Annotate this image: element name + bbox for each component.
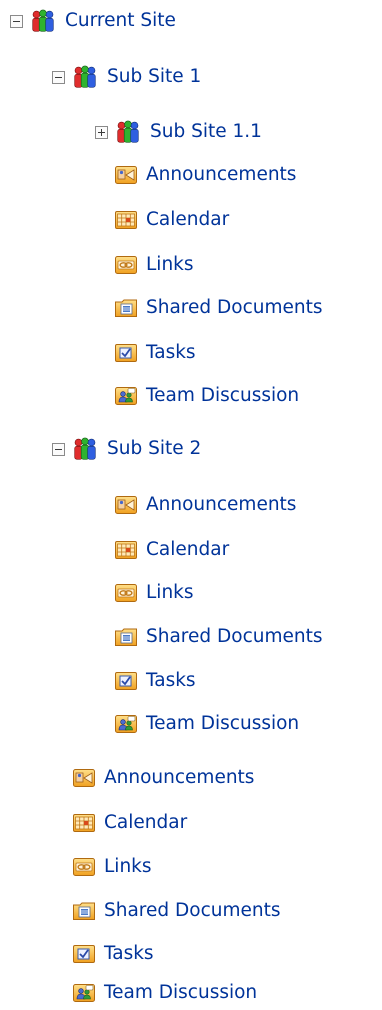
list-item-label[interactable]: Tasks: [146, 340, 196, 366]
tree-node-label[interactable]: Sub Site 1: [107, 64, 201, 90]
list-item-calendar[interactable]: Calendar: [115, 207, 229, 233]
list-item-label[interactable]: Shared Documents: [146, 624, 323, 650]
calendar-icon: [73, 814, 95, 832]
list-item-links[interactable]: Links: [73, 854, 152, 880]
tree-node-label[interactable]: Current Site: [65, 8, 176, 34]
list-item-label[interactable]: Announcements: [146, 492, 296, 518]
list-item-shared-documents[interactable]: Shared Documents: [115, 624, 323, 650]
site-people-icon: [72, 436, 98, 462]
list-item-tasks[interactable]: Tasks: [115, 340, 196, 366]
list-item-links[interactable]: Links: [115, 252, 194, 278]
list-item-team-discussion[interactable]: Team Discussion: [115, 383, 299, 409]
calendar-icon: [115, 211, 137, 229]
tree-node-sub-site-2[interactable]: Sub Site 2: [52, 436, 201, 462]
list-item-links[interactable]: Links: [115, 580, 194, 606]
collapse-toggle[interactable]: [52, 70, 65, 84]
collapse-toggle[interactable]: [52, 442, 65, 456]
list-item-label[interactable]: Calendar: [104, 810, 187, 836]
tree-node-sub-site-1[interactable]: Sub Site 1: [52, 64, 201, 90]
calendar-icon: [115, 541, 137, 559]
list-item-label[interactable]: Shared Documents: [146, 295, 323, 321]
discussion-icon: [73, 984, 95, 1002]
list-item-label[interactable]: Calendar: [146, 207, 229, 233]
list-item-label[interactable]: Team Discussion: [146, 383, 299, 409]
links-icon: [115, 584, 137, 602]
links-icon: [73, 858, 95, 876]
tasks-icon: [115, 672, 137, 690]
list-item-tasks[interactable]: Tasks: [115, 668, 196, 694]
discussion-icon: [115, 387, 137, 405]
list-item-shared-documents[interactable]: Shared Documents: [73, 898, 281, 924]
announcements-icon: [115, 166, 137, 184]
list-item-calendar[interactable]: Calendar: [115, 537, 229, 563]
list-item-label[interactable]: Links: [104, 854, 152, 880]
tree-node-sub-site-1-1[interactable]: Sub Site 1.1: [95, 119, 262, 145]
list-item-label[interactable]: Shared Documents: [104, 898, 281, 924]
list-item-calendar[interactable]: Calendar: [73, 810, 187, 836]
discussion-icon: [115, 715, 137, 733]
tree-node-label[interactable]: Sub Site 2: [107, 436, 201, 462]
list-item-label[interactable]: Calendar: [146, 537, 229, 563]
announcements-icon: [73, 769, 95, 787]
list-item-tasks[interactable]: Tasks: [73, 941, 154, 967]
list-item-announcements[interactable]: Announcements: [115, 492, 296, 518]
links-icon: [115, 256, 137, 274]
list-item-label[interactable]: Announcements: [146, 162, 296, 188]
document-library-icon: [115, 299, 137, 317]
list-item-team-discussion[interactable]: Team Discussion: [115, 711, 299, 737]
list-item-label[interactable]: Links: [146, 252, 194, 278]
document-library-icon: [73, 902, 95, 920]
list-item-announcements[interactable]: Announcements: [115, 162, 296, 188]
document-library-icon: [115, 628, 137, 646]
site-people-icon: [115, 119, 141, 145]
list-item-label[interactable]: Team Discussion: [146, 711, 299, 737]
list-item-shared-documents[interactable]: Shared Documents: [115, 295, 323, 321]
list-item-label[interactable]: Links: [146, 580, 194, 606]
collapse-toggle[interactable]: [10, 14, 23, 28]
list-item-label[interactable]: Team Discussion: [104, 980, 257, 1006]
announcements-icon: [115, 496, 137, 514]
list-item-label[interactable]: Announcements: [104, 765, 254, 791]
site-people-icon: [72, 64, 98, 90]
list-item-label[interactable]: Tasks: [104, 941, 154, 967]
list-item-announcements[interactable]: Announcements: [73, 765, 254, 791]
tree-node-current-site[interactable]: Current Site: [10, 8, 176, 34]
tree-node-label[interactable]: Sub Site 1.1: [150, 119, 262, 145]
tasks-icon: [73, 945, 95, 963]
list-item-label[interactable]: Tasks: [146, 668, 196, 694]
tasks-icon: [115, 344, 137, 362]
site-people-icon: [30, 8, 56, 34]
list-item-team-discussion[interactable]: Team Discussion: [73, 980, 257, 1006]
expand-toggle[interactable]: [95, 125, 108, 139]
